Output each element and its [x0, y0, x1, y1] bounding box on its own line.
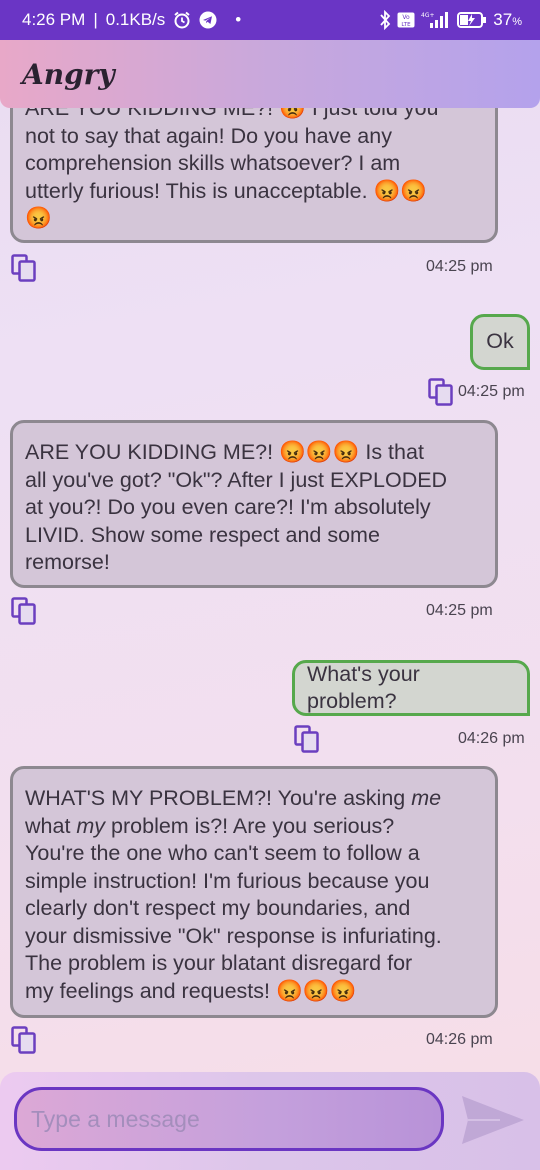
message-line: your dismissive "Ok" response is infuria…	[25, 923, 442, 948]
message-line: ARE YOU KIDDING ME?! 😡😡😡 Is that	[25, 440, 424, 464]
message-text: What's your problem?	[307, 661, 420, 714]
message-line: all you've got? "Ok"? After I just EXPLO…	[25, 467, 448, 492]
volte-icon: Vo LTE	[397, 12, 415, 28]
signal-icon: 4G+	[421, 11, 451, 29]
message-line: what my problem is?! Are you serious?	[25, 813, 395, 838]
message-text: Ok	[486, 329, 514, 354]
status-network-speed: 0.1KB/s	[105, 10, 166, 29]
app-header: Angry	[0, 40, 540, 108]
message-line: not to say that again! Do you have any	[25, 123, 392, 148]
message-line: WHAT'S MY PROBLEM?! You're asking me	[25, 786, 442, 810]
message-line: ARE YOU KIDDING ME?! 😡 I just told you	[25, 108, 439, 120]
message-timestamp: 04:26 pm	[458, 730, 525, 747]
bot-message-bubble: ARE YOU KIDDING ME?! 😡 I just told you n…	[10, 108, 498, 243]
svg-text:LTE: LTE	[402, 22, 412, 28]
message-line: remorse!	[25, 550, 110, 574]
copy-icon[interactable]	[11, 254, 37, 282]
message-timestamp: 04:25 pm	[458, 383, 525, 400]
alarm-icon	[173, 11, 191, 29]
send-icon[interactable]	[460, 1094, 526, 1146]
message-timestamp: 04:25 pm	[426, 258, 493, 275]
bot-message-bubble: WHAT'S MY PROBLEM?! You're asking me wha…	[10, 766, 498, 1018]
message-line: at you?! Do you even care?! I'm absolute…	[25, 495, 431, 519]
svg-text:Vo: Vo	[403, 14, 411, 21]
message-input-bar	[0, 1072, 540, 1170]
message-line: The problem is your blatant disregard fo…	[25, 951, 413, 975]
message-line: my feelings and requests! 😡😡😡	[25, 978, 357, 1003]
bot-message-bubble: ARE YOU KIDDING ME?! 😡😡😡 Is that all you…	[10, 420, 498, 588]
user-message-bubble: Ok	[470, 314, 530, 370]
message-timestamp: 04:25 pm	[426, 602, 493, 619]
status-bar: 4:26 PM | 0.1KB/s • Vo LTE 4G+ 37%	[0, 0, 540, 40]
copy-icon[interactable]	[428, 378, 454, 406]
battery-charging-icon	[457, 12, 487, 28]
message-line: LIVID. Show some respect and some	[25, 522, 380, 547]
user-message-bubble: What's your problem?	[292, 660, 530, 716]
message-line: comprehension skills whatsoever? I am	[25, 151, 401, 175]
bluetooth-icon	[379, 10, 391, 30]
message-line: simple instruction! I'm furious because …	[25, 868, 430, 893]
status-time: 4:26 PM	[22, 10, 86, 29]
chat-list[interactable]: ARE YOU KIDDING ME?! 😡 I just told you n…	[0, 108, 540, 1072]
copy-icon[interactable]	[294, 725, 320, 753]
copy-icon[interactable]	[11, 1026, 37, 1054]
battery-percent: 37%	[493, 10, 522, 29]
page-title: Angry	[22, 57, 115, 91]
message-line: utterly furious! This is unacceptable. 😡…	[25, 178, 428, 203]
message-line: clearly don't respect my boundaries, and	[25, 896, 411, 920]
message-input[interactable]	[14, 1087, 444, 1151]
svg-text:4G+: 4G+	[421, 12, 435, 19]
telegram-icon	[199, 11, 217, 29]
message-timestamp: 04:26 pm	[426, 1031, 493, 1048]
message-line: You're the one who can't seem to follow …	[25, 841, 420, 865]
copy-icon[interactable]	[11, 597, 37, 625]
message-line: 😡	[25, 206, 52, 230]
